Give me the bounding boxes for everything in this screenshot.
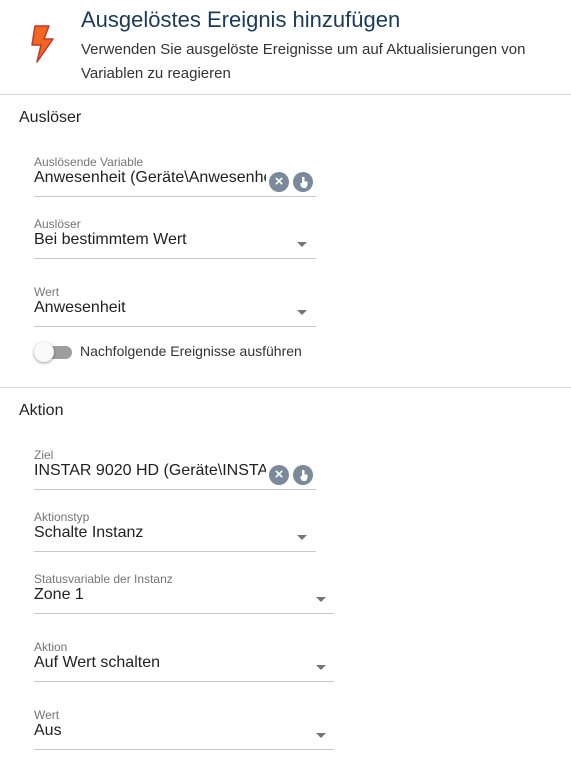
divider [0,94,571,95]
select-object-icon[interactable] [293,172,313,192]
field-value[interactable]: INSTAR 9020 HD (Geräte\INSTAR 9020 HD) [34,462,266,480]
chevron-down-icon[interactable] [297,310,307,315]
field-value[interactable]: Aus [34,722,62,740]
clear-icon[interactable]: × [269,172,289,192]
chevron-down-icon[interactable] [297,535,307,540]
field-underline [34,551,316,552]
field-label: Wert [34,708,60,722]
lightning-bolt-icon [31,25,54,63]
field-underline [34,613,334,614]
chevron-down-icon[interactable] [316,733,326,738]
trigger-value-select[interactable]: Wert Anwesenheit [34,285,316,329]
toggle-knob[interactable] [34,342,54,362]
page-subtitle: Verwenden Sie ausgelöste Ereignisse um a… [81,41,526,82]
field-underline [34,196,316,197]
action-target-field[interactable]: Ziel INSTAR 9020 HD (Geräte\INSTAR 9020 … [34,448,316,492]
field-value[interactable]: Zone 1 [34,586,84,604]
trigger-type-select[interactable]: Auslöser Bei bestimmtem Wert [34,217,316,261]
field-value[interactable]: Auf Wert schalten [34,654,160,672]
section-title-trigger: Auslöser [19,109,82,126]
toggle-label: Nachfolgende Ereignisse ausführen [80,343,302,359]
field-label: Aktionstyp [34,510,90,524]
page-title: Ausgelöstes Ereignis hinzufügen [81,7,401,32]
field-value[interactable]: Anwesenheit (Geräte\Anwesenheit) [34,169,266,187]
field-underline [34,258,316,259]
chevron-down-icon[interactable] [297,242,307,247]
section-title-action: Aktion [19,402,64,419]
field-underline [34,326,316,327]
action-type-select[interactable]: Aktionstyp Schalte Instanz [34,510,316,554]
subsequent-events-toggle[interactable] [34,342,72,362]
field-label: Auslöser [34,217,81,231]
status-variable-select[interactable]: Statusvariable der Instanz Zone 1 [34,572,334,616]
dialog-header: Ausgelöstes Ereignis hinzufügen Verwende… [0,0,571,94]
field-underline [34,681,334,682]
trigger-variable-field[interactable]: Auslösende Variable Anwesenheit (Geräte\… [34,155,316,199]
action-select[interactable]: Aktion Auf Wert schalten [34,640,334,684]
field-label: Auslösende Variable [34,155,144,169]
field-value[interactable]: Schalte Instanz [34,524,143,542]
field-label: Aktion [34,640,68,654]
field-label: Statusvariable der Instanz [34,572,173,586]
field-label: Ziel [34,448,54,462]
select-object-icon[interactable] [293,465,313,485]
chevron-down-icon[interactable] [316,665,326,670]
chevron-down-icon[interactable] [316,597,326,602]
field-underline [34,749,334,750]
field-value[interactable]: Bei bestimmtem Wert [34,231,187,249]
divider [0,387,571,388]
action-value-select[interactable]: Wert Aus [34,708,334,752]
field-value[interactable]: Anwesenheit [34,299,126,317]
clear-icon[interactable]: × [269,465,289,485]
field-label: Wert [34,285,60,299]
field-underline [34,489,316,490]
